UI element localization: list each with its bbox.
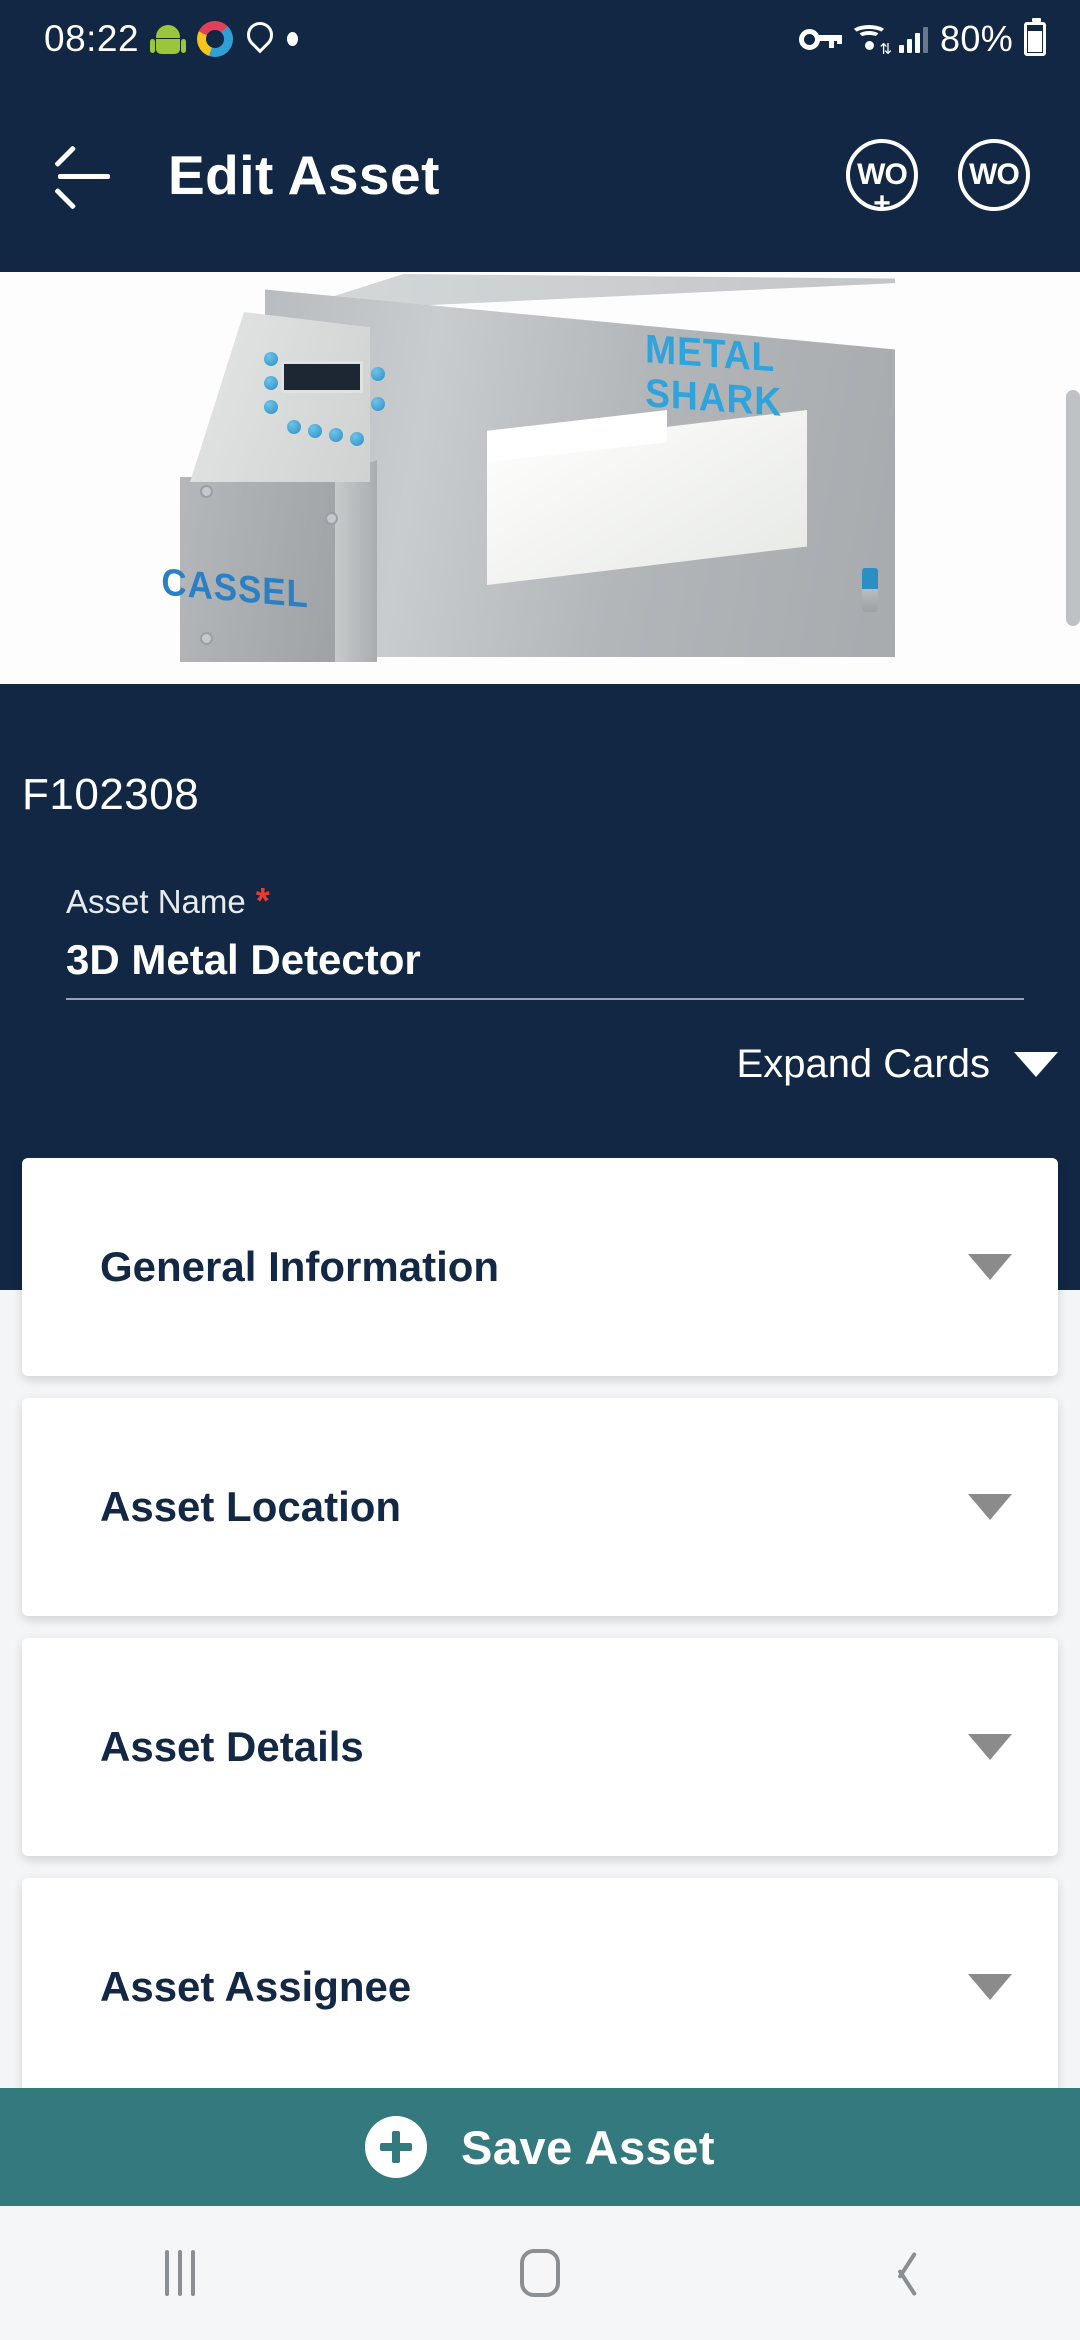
back-button[interactable] <box>44 136 122 214</box>
page-title: Edit Asset <box>168 144 440 206</box>
asset-photo-image: METAL SHARK CASSEL <box>0 272 1080 684</box>
chevron-down-icon[interactable] <box>968 1254 1012 1280</box>
status-bar-right: ⇅ 80% <box>799 18 1046 60</box>
battery-icon <box>1024 18 1046 56</box>
nav-back-button[interactable] <box>720 2206 1080 2340</box>
card-title: Asset Assignee <box>100 1963 412 2010</box>
card-title: Asset Location <box>100 1483 402 1530</box>
asset-name-underline <box>66 998 1024 1000</box>
status-bar-clock: 08:22 <box>44 18 140 59</box>
asset-name-input[interactable]: 3D Metal Detector <box>66 936 1024 998</box>
chevron-down-icon[interactable] <box>968 1974 1012 2000</box>
android-nav-bar <box>0 2206 1080 2340</box>
cellular-signal-icon <box>899 25 929 53</box>
app-bar: Edit Asset WO + WO <box>0 78 1080 272</box>
asset-name-field[interactable]: Asset Name * 3D Metal Detector <box>66 880 1024 1000</box>
dot-indicator-icon <box>287 32 299 46</box>
save-asset-label: Save Asset <box>460 2120 716 2174</box>
plus-circle-icon <box>364 2116 427 2178</box>
card-asset-assignee[interactable]: Asset Assignee <box>22 1878 1058 2088</box>
status-bar-left: 08:22 <box>44 16 299 60</box>
card-asset-details[interactable]: Asset Details <box>22 1638 1058 1856</box>
battery-percent-label: 80% <box>940 18 1013 59</box>
back-arrow-icon <box>54 145 110 210</box>
nav-recents-button[interactable] <box>0 2206 360 2340</box>
card-title: Asset Details <box>100 1723 364 1770</box>
asset-section-cards: General Information Asset Location Asset… <box>0 1158 1080 2088</box>
asset-id-label: F102308 <box>22 770 200 819</box>
chevron-down-icon[interactable] <box>968 1734 1012 1760</box>
location-pin-icon <box>241 16 279 56</box>
asset-name-label-row: Asset Name * <box>66 880 1024 922</box>
work-order-label: WO <box>969 158 1020 191</box>
card-asset-location[interactable]: Asset Location <box>22 1398 1058 1616</box>
card-title: General Information <box>100 1243 500 1290</box>
nav-home-button[interactable] <box>360 2206 720 2340</box>
work-order-add-badge: + <box>873 187 891 220</box>
card-general-information[interactable]: General Information <box>22 1158 1058 1376</box>
asset-photo[interactable]: METAL SHARK CASSEL <box>0 272 1080 684</box>
chevron-down-icon[interactable] <box>968 1494 1012 1520</box>
wifi-icon: ⇅ <box>850 24 892 57</box>
chrome-canary-icon <box>197 21 234 57</box>
required-marker: * <box>255 880 270 921</box>
back-icon <box>883 2248 918 2298</box>
app-bar-actions: WO + WO <box>846 139 1052 220</box>
recents-icon <box>165 2250 195 2296</box>
status-bar: 08:22 ⇅ 80% <box>0 0 1080 78</box>
android-icon <box>150 23 187 55</box>
home-icon <box>520 2249 560 2297</box>
chevron-down-icon <box>1014 1052 1058 1077</box>
save-asset-button[interactable]: Save Asset <box>0 2088 1080 2206</box>
work-order-icon[interactable]: WO <box>958 139 1030 211</box>
expand-cards-label: Expand Cards <box>736 1042 990 1086</box>
photo-scrollbar[interactable] <box>1066 390 1080 626</box>
vpn-key-icon <box>799 27 843 51</box>
asset-name-label: Asset Name <box>66 883 246 920</box>
work-order-add-icon[interactable]: WO + <box>846 139 918 220</box>
expand-cards-toggle[interactable]: Expand Cards <box>737 1042 1058 1087</box>
asset-photo-brand: METAL SHARK <box>645 327 783 425</box>
